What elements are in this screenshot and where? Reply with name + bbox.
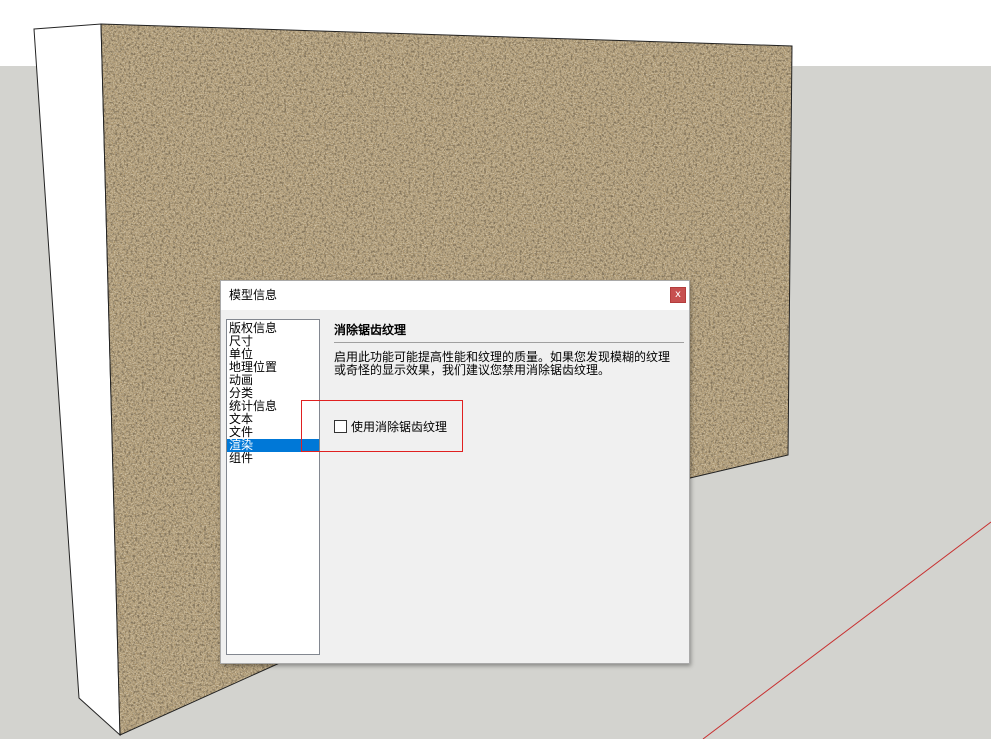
nav-item-components[interactable]: 组件 [227, 452, 319, 465]
annotation-highlight-box [301, 400, 463, 452]
panel-description: 启用此功能可能提高性能和纹理的质量。如果您发现模糊的纹理 或奇怪的显示效果，我们… [334, 351, 684, 377]
description-line-2: 或奇怪的显示效果，我们建议您禁用消除锯齿纹理。 [334, 363, 611, 377]
sketchup-viewport[interactable]: 模型信息 x 版权信息 尺寸 单位 地理位置 动画 分类 统计信息 文本 文件 … [0, 0, 991, 739]
panel-divider [334, 342, 684, 343]
panel-title: 消除锯齿纹理 [334, 323, 407, 337]
dialog-titlebar[interactable]: 模型信息 x [221, 281, 689, 310]
close-icon: x [675, 289, 681, 300]
dialog-title: 模型信息 [229, 288, 278, 302]
model-info-dialog[interactable]: 模型信息 x 版权信息 尺寸 单位 地理位置 动画 分类 统计信息 文本 文件 … [220, 280, 690, 664]
category-list[interactable]: 版权信息 尺寸 单位 地理位置 动画 分类 统计信息 文本 文件 渲染 组件 [226, 319, 320, 655]
close-button[interactable]: x [670, 287, 686, 303]
